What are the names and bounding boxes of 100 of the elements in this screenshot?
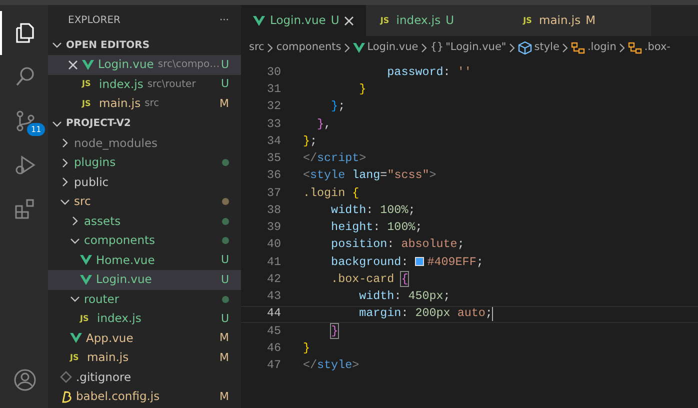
folder-name: src — [74, 193, 91, 210]
file-item[interactable]: .gitignore — [48, 368, 241, 387]
open-editor-item[interactable]: JS index.js src\router U — [48, 74, 241, 94]
git-status: M — [220, 96, 229, 112]
git-status: U — [220, 272, 229, 288]
files-icon[interactable] — [13, 21, 37, 45]
file-name: Login.vue — [96, 271, 152, 288]
line-number: 43 — [266, 288, 281, 306]
folder-item[interactable]: assets — [48, 212, 241, 231]
file-name: babel.config.js — [76, 388, 160, 406]
cube-icon — [518, 41, 532, 55]
folder-item[interactable]: public — [48, 172, 241, 192]
breadcrumb-item[interactable]: style — [534, 40, 560, 56]
file-item[interactable]: Login.vue U — [48, 270, 241, 290]
tab-label: index.js — [396, 12, 441, 29]
folder-name: public — [74, 174, 109, 191]
file-item[interactable]: JS main.js M — [48, 348, 241, 368]
line-number: 31 — [266, 81, 281, 98]
vue-icon — [70, 332, 82, 344]
folder-item[interactable]: components — [48, 231, 241, 250]
file-name: Home.vue — [96, 252, 155, 269]
close-icon[interactable] — [68, 60, 78, 70]
section-header[interactable]: OPEN EDITORS — [66, 38, 150, 52]
file-path: src — [144, 97, 160, 112]
chevron-right-icon — [508, 43, 516, 53]
file-name: Login.vue — [98, 56, 154, 74]
js-icon: JS — [70, 352, 83, 364]
file-item[interactable]: App.vue M — [48, 328, 241, 348]
account-icon[interactable] — [13, 368, 37, 392]
folder-name: router — [84, 290, 120, 308]
breadcrumb-item[interactable]: components — [276, 40, 342, 56]
editor-tab[interactable]: Login.vue U — [241, 5, 366, 36]
folder-item[interactable]: node_modules — [48, 134, 241, 153]
code-line: }, — [316, 116, 332, 133]
chevron-right-icon — [343, 43, 352, 53]
file-name: index.js — [97, 310, 142, 328]
code-line: width: 450px; — [358, 288, 450, 306]
code-line: } — [358, 81, 366, 98]
line-number: 36 — [266, 167, 281, 184]
folder-name: node_modules — [74, 134, 158, 152]
file-item[interactable]: JS index.js U — [48, 309, 241, 328]
folder-item[interactable]: src — [48, 192, 241, 212]
chevron-right-icon — [266, 43, 274, 53]
code-line: height: 100%; — [330, 219, 422, 236]
count-badge: 11 — [27, 123, 46, 136]
color-swatch[interactable] — [415, 256, 424, 266]
code-line: <style lang="scss"> — [303, 167, 436, 184]
open-editor-item[interactable]: Login.vue src\compo…U — [48, 55, 241, 74]
chevron-right-icon — [618, 43, 626, 53]
breadcrumb-item[interactable]: "Login.vue" — [446, 40, 506, 56]
tab-label: Login.vue — [270, 12, 326, 29]
editor-tab[interactable]: JS index.js U — [366, 5, 510, 36]
file-path: src\compo… — [158, 58, 217, 72]
file-path: src\router — [147, 78, 197, 92]
code-line: </style> — [303, 357, 360, 374]
js-icon: JS — [80, 312, 93, 325]
run-debug-icon[interactable] — [13, 153, 37, 177]
code-line: position: absolute; — [330, 236, 464, 254]
breadcrumb-item[interactable]: Login.vue — [367, 40, 418, 56]
breadcrumb-item[interactable]: .login — [587, 40, 616, 56]
selector-icon — [628, 41, 642, 55]
file-name: main.js — [87, 349, 129, 366]
git-status: M — [220, 350, 229, 366]
line-number: 39 — [266, 219, 281, 236]
line-number: 46 — [266, 340, 281, 357]
vue-icon — [80, 274, 92, 286]
text-cursor — [492, 307, 494, 322]
git-status: U — [446, 12, 454, 29]
git-status: U — [220, 252, 229, 268]
git-status: M — [220, 330, 229, 346]
folder-item[interactable]: plugins — [48, 153, 241, 172]
section-header[interactable]: PROJECT-V2 — [66, 116, 131, 131]
open-editor-item[interactable]: JS main.js src M — [48, 94, 241, 114]
js-icon: JS — [378, 14, 392, 26]
editor-tab[interactable]: JS main.js M — [509, 5, 651, 36]
vue-icon — [253, 14, 265, 26]
code-line: } — [303, 340, 310, 357]
line-number: 30 — [266, 64, 281, 81]
folder-item[interactable]: router — [48, 290, 241, 309]
more-actions-button[interactable]: ··· — [219, 12, 229, 28]
breadcrumb-item[interactable]: .box- — [644, 40, 670, 56]
code-line: .box-card { — [330, 270, 408, 288]
code-line: margin: 200px auto; — [358, 305, 492, 322]
breadcrumb-item[interactable]: src — [249, 40, 264, 56]
code-line: width: 100%; — [330, 202, 416, 219]
vue-icon — [82, 58, 94, 71]
code-line: .login { — [303, 184, 360, 202]
git-status: M — [220, 388, 229, 404]
js-icon: JS — [82, 78, 95, 90]
extensions-icon[interactable] — [13, 197, 37, 221]
file-item[interactable]: Home.vue U — [48, 250, 241, 270]
file-name: main.js — [99, 95, 141, 112]
tab-label: main.js — [539, 12, 581, 29]
line-number: 35 — [266, 150, 281, 168]
explorer-title: EXPLORER — [68, 14, 120, 28]
line-number: 32 — [266, 98, 281, 116]
chevron-right-icon — [561, 43, 570, 53]
js-icon: JS — [521, 14, 534, 26]
file-item[interactable]: babel.config.js M — [48, 387, 241, 406]
js-icon: JS — [82, 98, 95, 110]
